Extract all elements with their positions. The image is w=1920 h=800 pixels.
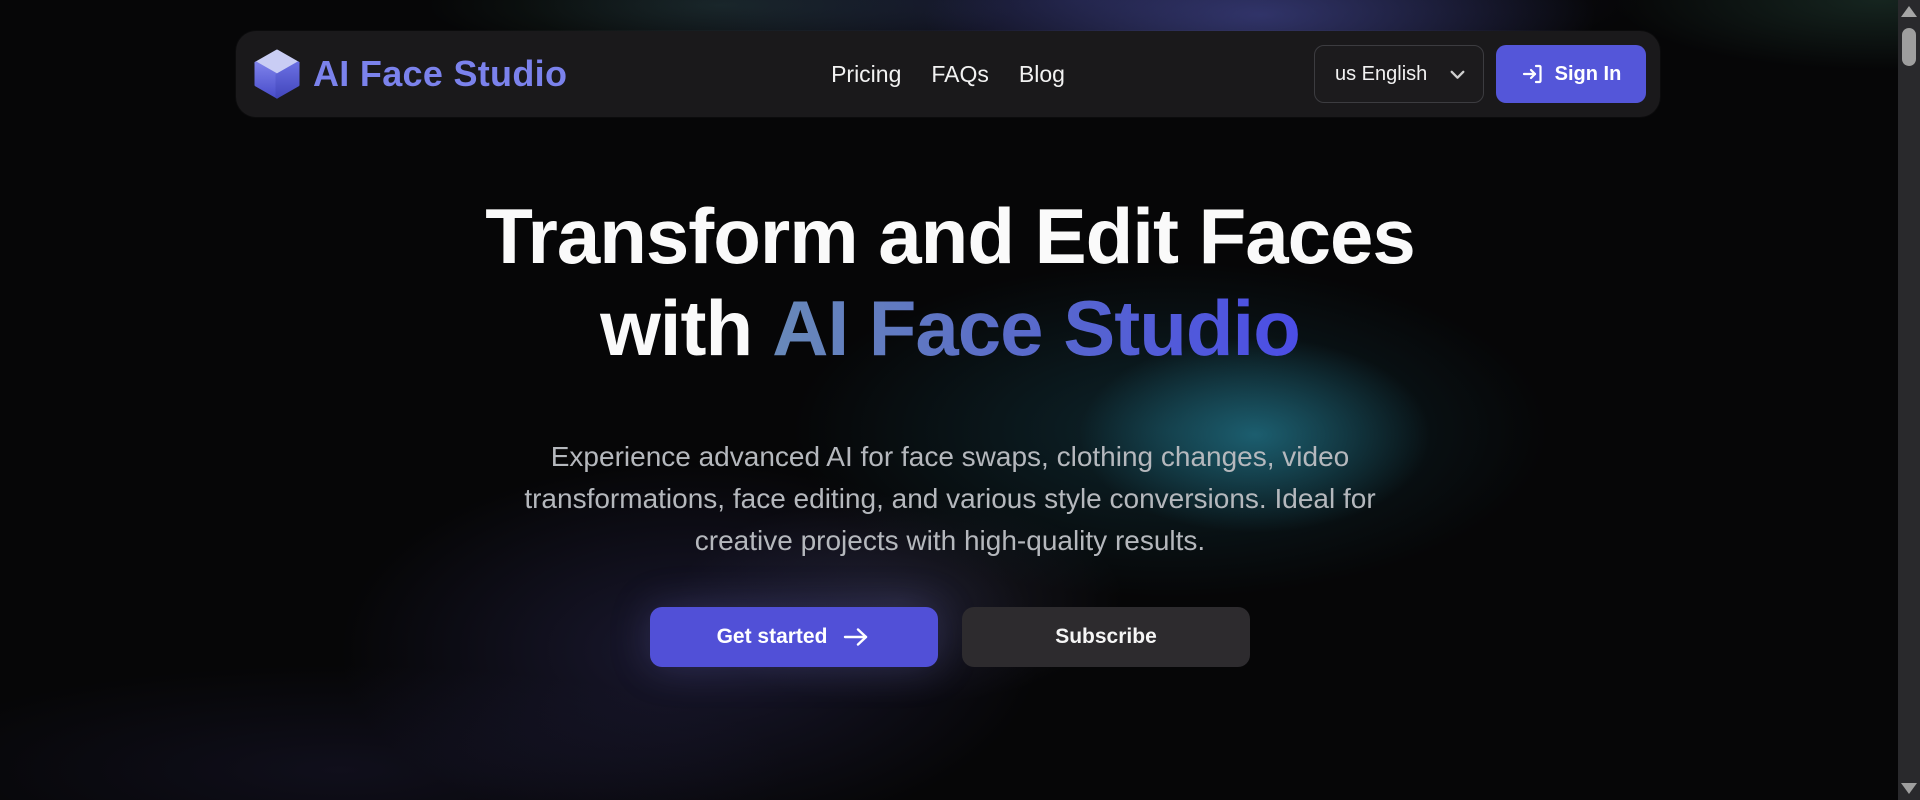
subscribe-button[interactable]: Subscribe [962, 607, 1250, 667]
hero-title-brand: AI Face Studio [772, 284, 1301, 372]
chevron-down-icon [1450, 70, 1465, 79]
scroll-down-icon[interactable] [1901, 783, 1917, 794]
get-started-button[interactable]: Get started [650, 607, 938, 667]
logo-text: AI Face Studio [313, 53, 568, 94]
scrollbar-thumb[interactable] [1902, 28, 1916, 66]
navbar: AI Face Studio Pricing FAQs Blog us Engl… [236, 31, 1660, 117]
language-selector[interactable]: us English [1314, 45, 1484, 103]
sign-in-label: Sign In [1554, 62, 1622, 85]
scroll-up-icon[interactable] [1901, 6, 1917, 17]
scrollbar[interactable] [1898, 0, 1920, 800]
logo[interactable]: AI Face Studio [254, 49, 567, 99]
nav-links: Pricing FAQs Blog [831, 61, 1065, 88]
arrow-right-icon [844, 628, 868, 646]
sign-in-button[interactable]: Sign In [1496, 45, 1646, 103]
subscribe-label: Subscribe [1055, 625, 1157, 648]
nav-link-pricing[interactable]: Pricing [831, 61, 901, 88]
login-icon [1522, 64, 1542, 84]
cta-row: Get started Subscribe [0, 607, 1900, 667]
hero-description: Experience advanced AI for face swaps, c… [524, 441, 1376, 556]
cube-logo-icon [254, 49, 300, 99]
navbar-right-group: us English Sign In [1314, 45, 1646, 103]
hero-title-line1: Transform and Edit Faces [485, 192, 1416, 280]
hero-title: Transform and Edit Faces with AI Face Stud… [0, 190, 1900, 374]
nav-link-faqs[interactable]: FAQs [931, 61, 989, 88]
background-glow [0, 0, 1920, 800]
get-started-label: Get started [716, 625, 828, 648]
page: AI Face Studio Pricing FAQs Blog us Engl… [0, 0, 1920, 800]
nav-link-blog[interactable]: Blog [1019, 61, 1065, 88]
hero-title-line2-prefix: with [600, 284, 753, 372]
language-selector-value: us English [1335, 62, 1428, 85]
